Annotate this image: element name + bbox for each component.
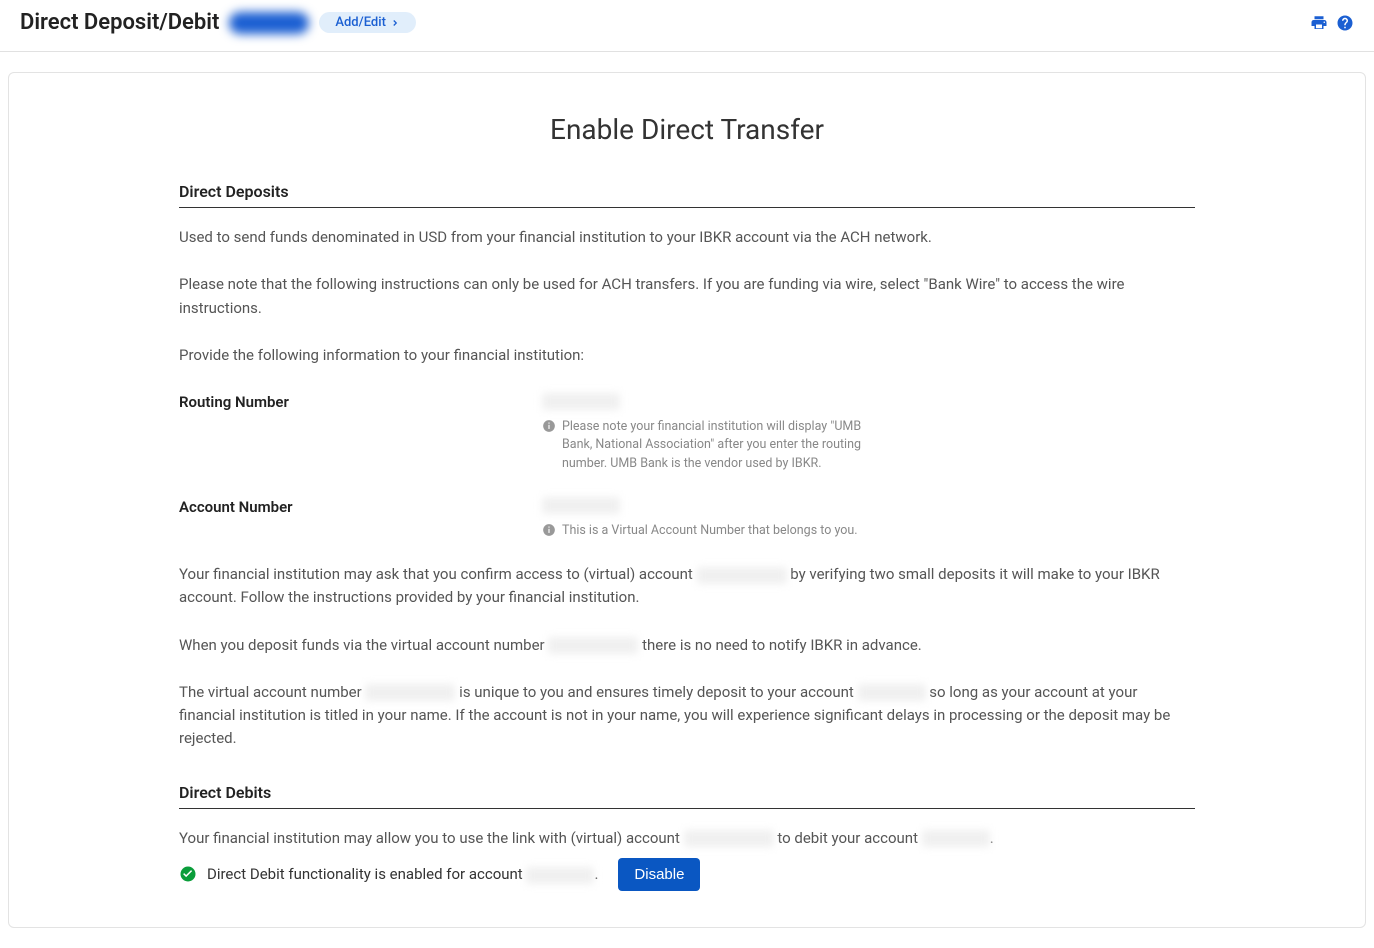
disable-button[interactable]: Disable [618, 858, 700, 891]
redacted-account-3 [858, 684, 926, 701]
account-pill-redacted [229, 12, 309, 34]
print-icon[interactable] [1310, 14, 1328, 32]
redacted-vaccount-2 [548, 637, 638, 654]
debit-status-text: Direct Debit functionality is enabled fo… [207, 865, 598, 884]
redacted-routing [542, 393, 620, 410]
debits-heading: Direct Debits [179, 783, 1195, 809]
add-edit-button[interactable]: Add/Edit [319, 12, 416, 33]
chevron-right-icon [390, 18, 400, 28]
redacted-account-5 [526, 867, 594, 884]
page-header: Direct Deposit/Debit Add/Edit [0, 0, 1374, 52]
deposits-p3: Provide the following information to you… [179, 344, 1195, 367]
debits-p1: Your financial institution may allow you… [179, 827, 1195, 850]
check-circle-icon [179, 865, 197, 883]
account-row: Account Number This is a Virtual Account… [179, 496, 1195, 541]
redacted-account [542, 497, 620, 514]
deposits-p2: Please note that the following instructi… [179, 273, 1195, 320]
routing-row: Routing Number Please note your financia… [179, 391, 1195, 474]
redacted-vaccount-3 [365, 684, 455, 701]
deposits-p5: When you deposit funds via the virtual a… [179, 634, 1195, 657]
account-note: This is a Virtual Account Number that be… [542, 522, 872, 541]
page-title: Direct Deposit/Debit [20, 10, 219, 35]
content-card: Enable Direct Transfer Direct Deposits U… [8, 72, 1366, 928]
account-label: Account Number [179, 496, 542, 541]
info-icon [542, 419, 556, 433]
deposits-p1: Used to send funds denominated in USD fr… [179, 226, 1195, 249]
header-right [1310, 14, 1354, 32]
redacted-vaccount-4 [684, 830, 774, 847]
routing-value [542, 391, 872, 410]
help-icon[interactable] [1336, 14, 1354, 32]
routing-note: Please note your financial institution w… [542, 418, 872, 474]
routing-note-text: Please note your financial institution w… [562, 418, 872, 474]
header-left: Direct Deposit/Debit Add/Edit [20, 10, 416, 35]
account-note-text: This is a Virtual Account Number that be… [562, 522, 858, 541]
redacted-account-4 [922, 830, 990, 847]
card-title: Enable Direct Transfer [179, 113, 1195, 146]
info-icon [542, 523, 556, 537]
add-edit-label: Add/Edit [335, 15, 386, 30]
deposits-p6: The virtual account number is unique to … [179, 681, 1195, 751]
redacted-vaccount-1 [697, 567, 787, 584]
routing-label: Routing Number [179, 391, 542, 474]
debit-status: Direct Debit functionality is enabled fo… [179, 858, 1195, 891]
deposits-p4: Your financial institution may ask that … [179, 563, 1195, 610]
account-value [542, 496, 872, 515]
deposits-heading: Direct Deposits [179, 182, 1195, 208]
